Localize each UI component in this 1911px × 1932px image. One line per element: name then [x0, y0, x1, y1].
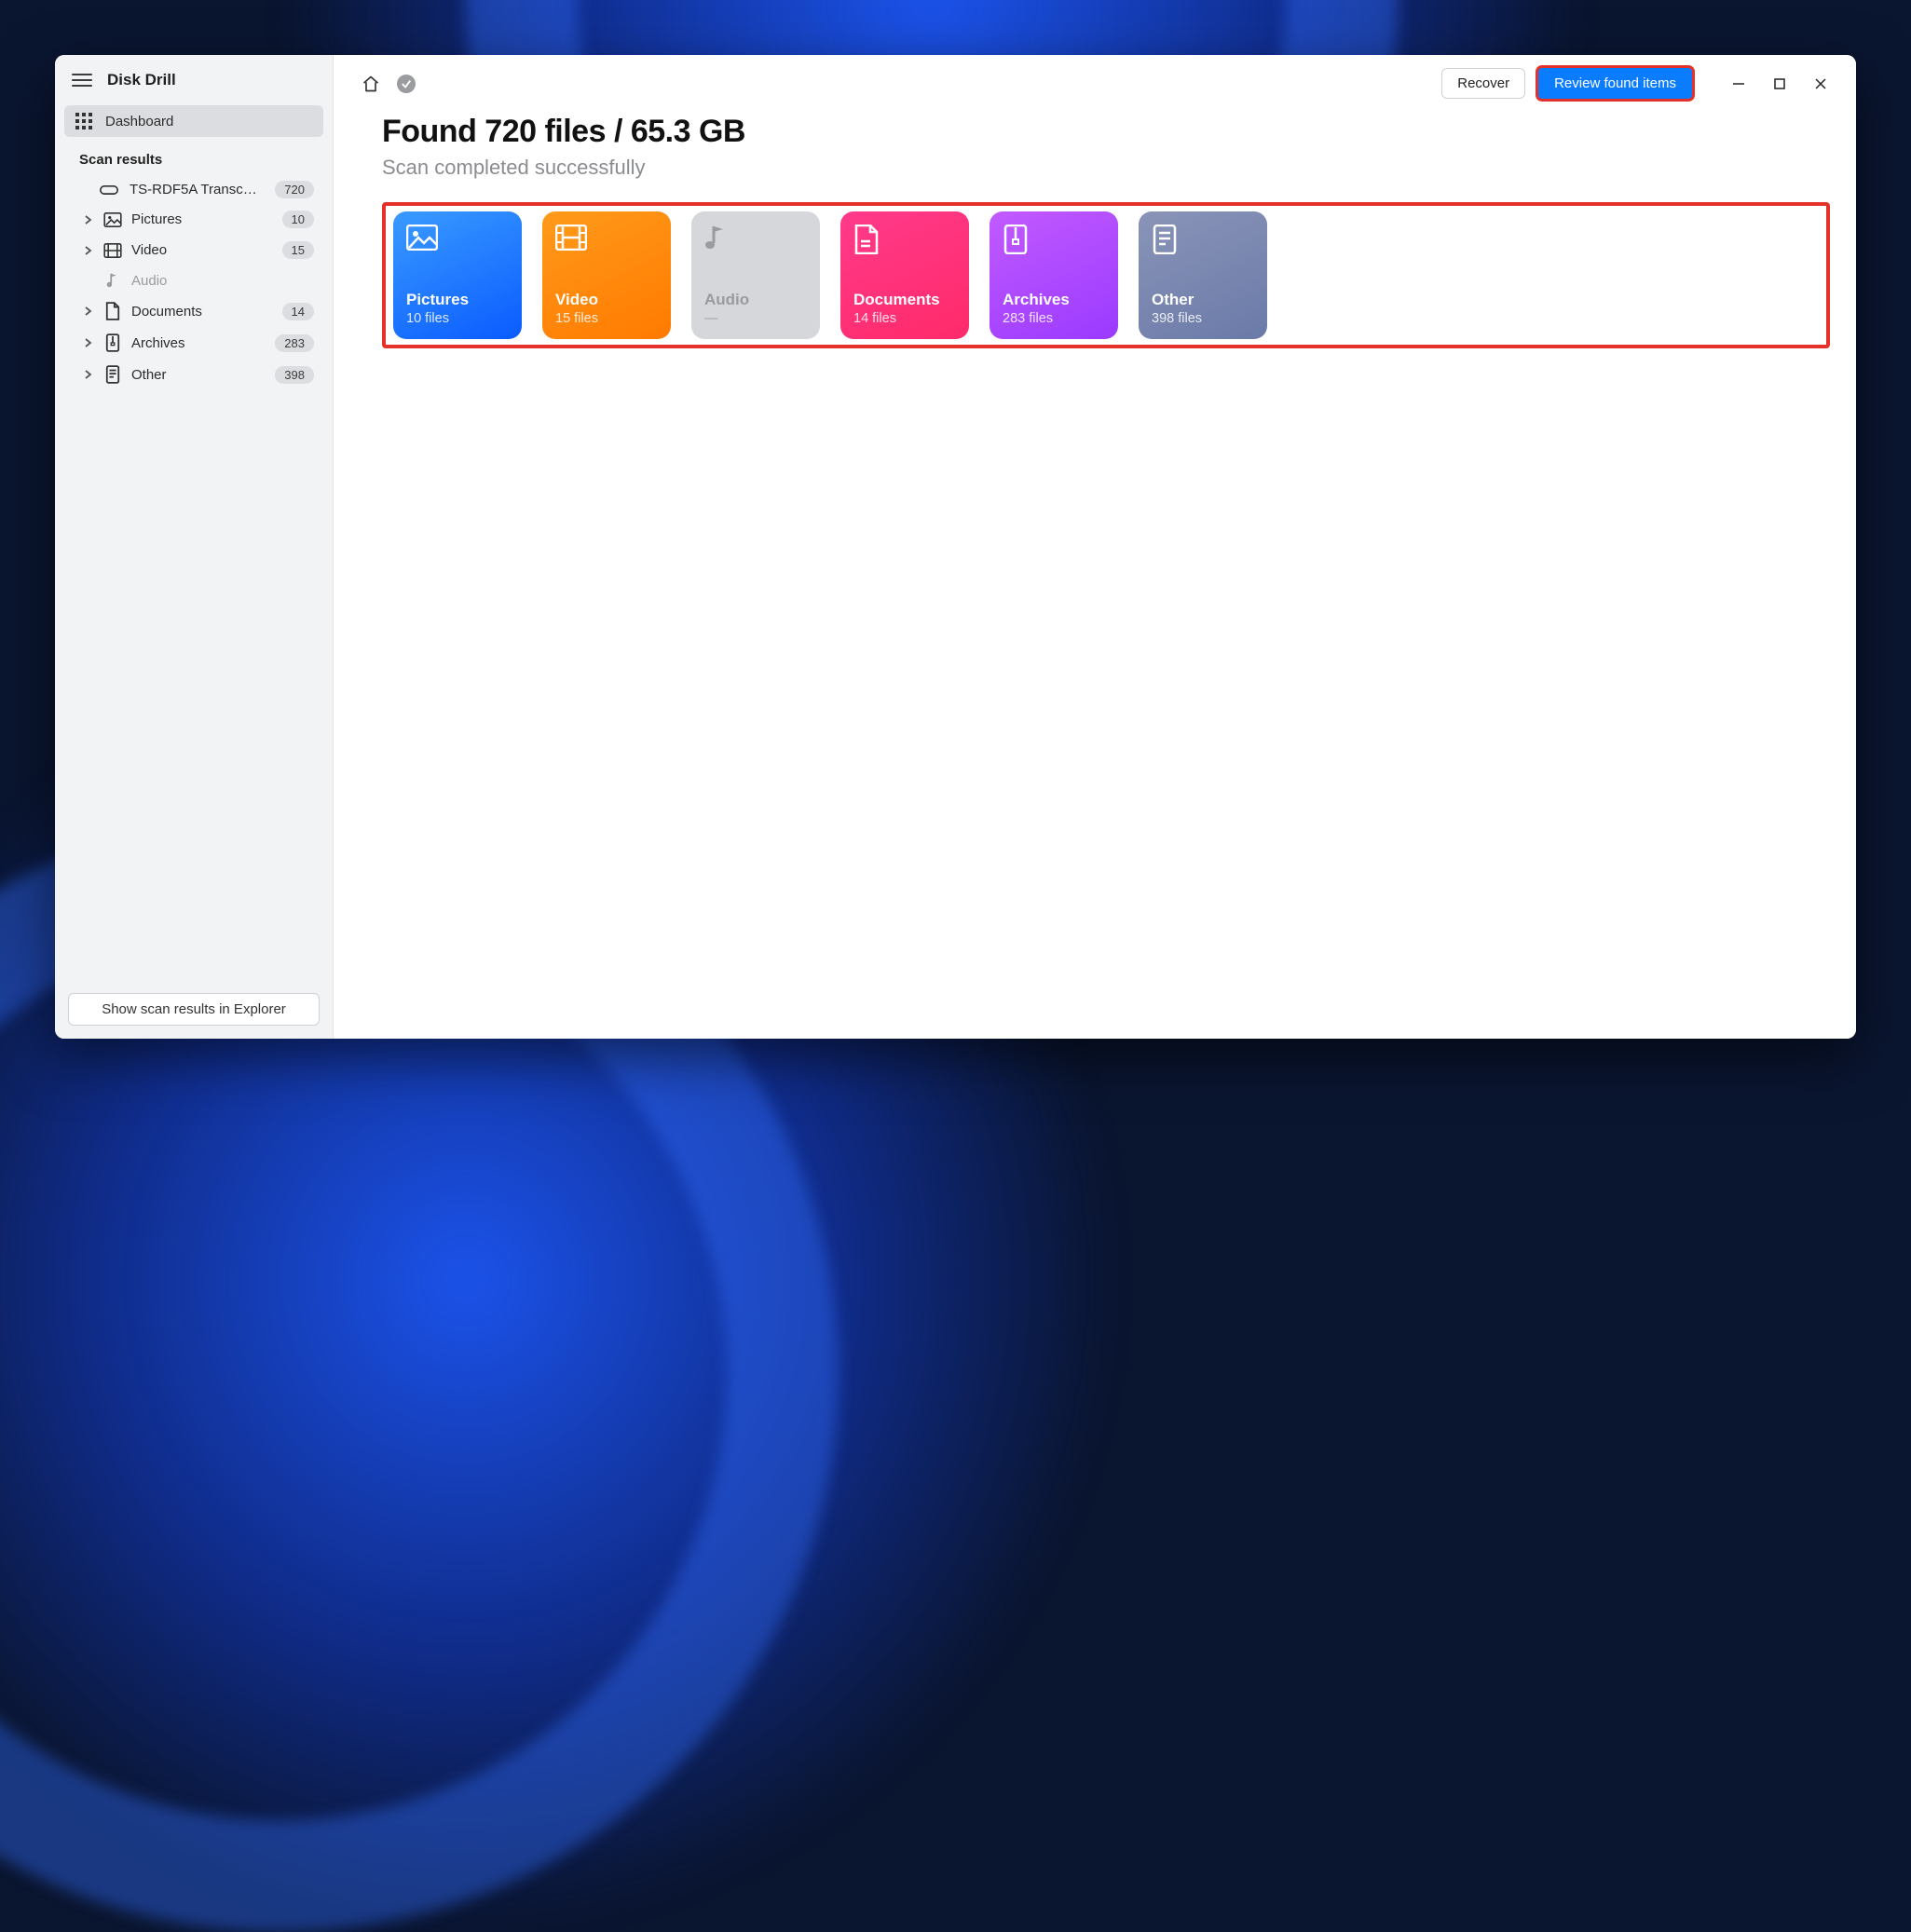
category-card-audio: Audio —	[691, 211, 820, 339]
sidebar-device-row[interactable]: TS-RDF5A Transcend US… 720	[64, 175, 323, 204]
card-title: Video	[555, 291, 658, 309]
category-card-archives[interactable]: Archives 283 files	[990, 211, 1118, 339]
app-title: Disk Drill	[107, 71, 176, 89]
main-pane: Recover Review found items Found 720 fil…	[334, 55, 1856, 1039]
chevron-right-icon	[83, 306, 94, 317]
image-icon	[103, 212, 122, 227]
scan-status-indicator	[395, 73, 417, 95]
card-subtitle: 10 files	[406, 311, 509, 326]
usb-drive-icon	[100, 184, 118, 197]
chevron-right-icon	[83, 214, 94, 225]
count-badge: 398	[275, 366, 314, 384]
app-window: Disk Drill Dashboard Scan results TS-RDF…	[55, 55, 1856, 1039]
results-headline: Found 720 files / 65.3 GB	[382, 114, 1830, 150]
sidebar-item-label: Archives	[131, 335, 266, 351]
archive-icon	[103, 333, 122, 352]
music-note-icon	[103, 272, 122, 289]
category-card-pictures[interactable]: Pictures 10 files	[393, 211, 522, 339]
category-cards-group: Pictures 10 files Video 15 files	[382, 202, 1830, 348]
sidebar-item-documents[interactable]: Documents 14	[64, 295, 323, 327]
card-title: Other	[1152, 291, 1254, 309]
card-subtitle: 283 files	[1003, 311, 1105, 326]
recover-button[interactable]: Recover	[1441, 68, 1525, 99]
count-badge: 10	[282, 211, 314, 228]
grid-icon	[75, 113, 92, 129]
card-title: Pictures	[406, 291, 509, 309]
check-circle-icon	[397, 75, 416, 93]
sidebar-item-label: Documents	[131, 304, 273, 320]
sidebar-item-label: Dashboard	[105, 114, 173, 129]
sidebar-item-pictures[interactable]: Pictures 10	[64, 204, 323, 235]
sidebar-item-label: Other	[131, 367, 266, 383]
category-card-video[interactable]: Video 15 files	[542, 211, 671, 339]
count-badge: 15	[282, 241, 314, 259]
category-card-documents[interactable]: Documents 14 files	[840, 211, 969, 339]
card-subtitle: 398 files	[1152, 311, 1254, 326]
count-badge: 14	[282, 303, 314, 320]
card-subtitle: 15 files	[555, 311, 658, 326]
sidebar-item-video[interactable]: Video 15	[64, 235, 323, 265]
window-close-button[interactable]	[1804, 71, 1837, 97]
results-subline: Scan completed successfully	[382, 156, 1830, 180]
document-icon	[103, 302, 122, 320]
sidebar-item-label: Audio	[131, 273, 314, 289]
sidebar-item-audio: Audio	[64, 265, 323, 295]
card-title: Audio	[704, 291, 807, 309]
review-found-items-button[interactable]: Review found items	[1538, 68, 1692, 99]
chevron-right-icon	[83, 337, 94, 348]
sidebar-item-label: Video	[131, 242, 273, 258]
sidebar-section-scan-results: Scan results	[64, 137, 323, 175]
sidebar-item-other[interactable]: Other 398	[64, 359, 323, 390]
card-title: Documents	[853, 291, 956, 309]
category-card-other[interactable]: Other 398 files	[1139, 211, 1267, 339]
sidebar-item-label: Pictures	[131, 211, 273, 227]
window-minimize-button[interactable]	[1722, 71, 1755, 97]
film-icon	[103, 243, 122, 258]
chevron-right-icon	[83, 245, 94, 256]
sidebar: Disk Drill Dashboard Scan results TS-RDF…	[55, 55, 334, 1039]
home-button[interactable]	[360, 73, 382, 95]
music-note-icon	[704, 224, 734, 254]
show-in-explorer-button[interactable]: Show scan results in Explorer	[68, 993, 320, 1026]
chevron-right-icon	[83, 369, 94, 380]
film-icon	[555, 224, 585, 254]
archive-icon	[1003, 224, 1032, 254]
hamburger-menu-button[interactable]	[72, 70, 92, 90]
card-subtitle: 14 files	[853, 311, 956, 326]
file-icon	[1152, 224, 1181, 254]
device-name: TS-RDF5A Transcend US…	[130, 182, 264, 197]
sidebar-item-archives[interactable]: Archives 283	[64, 327, 323, 359]
document-icon	[853, 224, 883, 254]
toolbar: Recover Review found items	[334, 55, 1856, 104]
window-maximize-button[interactable]	[1763, 71, 1796, 97]
count-badge: 283	[275, 334, 314, 352]
card-subtitle: —	[704, 311, 807, 326]
card-title: Archives	[1003, 291, 1105, 309]
image-icon	[406, 224, 436, 254]
file-icon	[103, 365, 122, 384]
sidebar-item-dashboard[interactable]: Dashboard	[64, 105, 323, 137]
device-count-badge: 720	[275, 181, 314, 198]
